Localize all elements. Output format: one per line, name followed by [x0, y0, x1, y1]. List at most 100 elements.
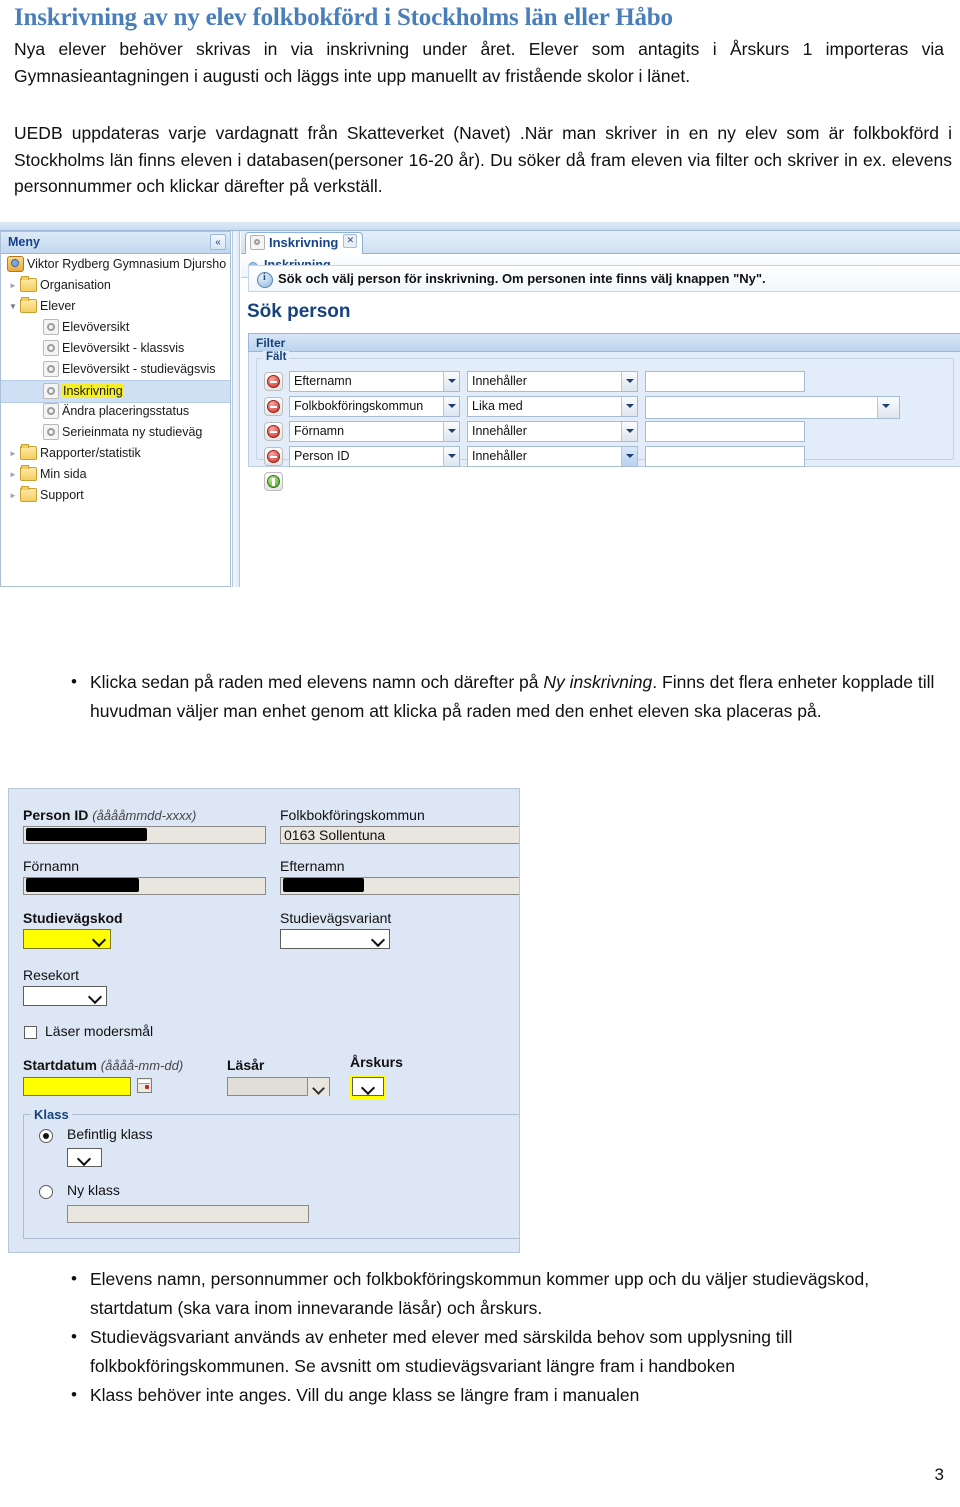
screenshot-inskrivningsformular: Person ID (ååååmmdd-xxxx) Folkbokförings… [8, 788, 520, 1253]
minus-circle-icon[interactable] [264, 422, 283, 441]
section-title: Sök person [247, 301, 351, 322]
menu-item-organisation[interactable]: ► Organisation [1, 275, 230, 296]
tab-inskrivning[interactable]: Inskrivning ✕ [245, 232, 364, 255]
minus-circle-icon[interactable] [264, 397, 283, 416]
chevron-down-icon[interactable] [443, 372, 459, 391]
laser-modersmal-checkbox[interactable] [24, 1026, 37, 1039]
filter-operator-select[interactable]: Innehåller [467, 371, 638, 392]
menu-item-elevoversikt[interactable]: Elevöversikt [1, 317, 230, 338]
chevron-right-icon[interactable]: ► [9, 485, 20, 506]
organisation-root-node[interactable]: Viktor Rydberg Gymnasium Djursho [1, 254, 230, 275]
lasar-label: Läsår [227, 1057, 265, 1073]
startdatum-input[interactable] [23, 1077, 131, 1096]
befintlig-klass-select[interactable] [67, 1148, 102, 1167]
resekort-label: Resekort [23, 967, 80, 983]
chevron-down-icon[interactable] [621, 372, 637, 391]
filter-value-input[interactable] [645, 421, 805, 442]
filter-value-combo[interactable] [645, 396, 900, 419]
chevron-down-icon [363, 1081, 374, 1092]
list-item: Elevens namn, personnummer och folkbokfö… [45, 1264, 950, 1323]
chevron-right-icon[interactable]: ► [9, 464, 20, 485]
studievagsvariant-select[interactable] [280, 929, 390, 949]
filter-field-select[interactable]: Person ID [289, 446, 460, 467]
filter-operator-value: Innehåller [472, 424, 527, 438]
chevron-down-icon[interactable] [443, 447, 459, 466]
ny-klass-label: Ny klass [67, 1182, 120, 1198]
klass-legend: Klass [31, 1107, 72, 1122]
folder-icon [20, 464, 37, 481]
filter-operator-select[interactable]: Lika med [467, 396, 638, 417]
resekort-select[interactable] [23, 986, 107, 1006]
bullet-text-pre: Klicka sedan på raden med elevens namn o… [90, 672, 544, 692]
chevron-down-icon[interactable] [443, 397, 459, 416]
efternamn-label: Efternamn [280, 858, 345, 874]
panel-splitter[interactable] [232, 231, 240, 587]
studievagskod-label: Studievägskod [23, 910, 123, 926]
menu-label: Rapporter/statistik [40, 446, 141, 461]
startdatum-hint: (åååå-mm-dd) [100, 1058, 184, 1073]
menu-item-min-sida[interactable]: ► Min sida [1, 464, 230, 485]
chevron-down-icon[interactable] [621, 447, 637, 466]
chevron-double-left-icon[interactable]: « [210, 234, 226, 250]
filter-field-select[interactable]: Förnamn [289, 421, 460, 442]
info-message-bar: Sök och välj person för inskrivning. Om … [248, 265, 960, 292]
filter-operator-select[interactable]: Innehåller [467, 446, 638, 467]
list-item: Klicka sedan på raden med elevens namn o… [45, 667, 950, 726]
menu-item-elevoversikt-studievagsvis[interactable]: Elevöversikt - studievägsvis [1, 359, 230, 380]
chevron-down-icon[interactable] [877, 397, 899, 418]
chevron-down-icon [373, 933, 384, 944]
menu-tree: ► Organisation ▼ Elever Elevöversikt Elevö… [1, 275, 230, 506]
add-filter-row [264, 471, 304, 493]
gear-icon [43, 339, 59, 356]
bullet-text-italic: Ny inskrivning [543, 672, 653, 692]
radio-ny-klass[interactable] [39, 1185, 53, 1199]
minus-circle-icon[interactable] [264, 372, 283, 391]
tab-label: Inskrivning [269, 235, 339, 250]
menu-item-elever[interactable]: ▼ Elever [1, 296, 230, 317]
chevron-down-icon[interactable] [621, 422, 637, 441]
menu-item-inskrivning[interactable]: Inskrivning [1, 380, 230, 403]
menu-label: Min sida [40, 467, 87, 482]
chevron-down-icon[interactable] [443, 422, 459, 441]
ny-klass-input[interactable] [67, 1205, 309, 1223]
menu-label: Elever [40, 299, 76, 314]
menu-item-serieinmata-ny-studievag[interactable]: Serieinmata ny studieväg [1, 422, 230, 443]
menu-item-support[interactable]: ► Support [1, 485, 230, 506]
filter-row: Efternamn Innehåller [264, 371, 914, 393]
page-icon [250, 234, 265, 250]
arskurs-select[interactable] [352, 1077, 384, 1096]
filter-value-input[interactable] [645, 446, 805, 467]
chevron-down-icon[interactable] [621, 397, 637, 416]
studievagskod-select[interactable] [23, 929, 111, 949]
plus-circle-icon[interactable] [264, 472, 283, 491]
menu-item-rapporter-statistik[interactable]: ► Rapporter/statistik [1, 443, 230, 464]
menu-label: Organisation [40, 278, 111, 293]
menu-label: Ändra placeringsstatus [62, 404, 190, 419]
lasar-select[interactable] [227, 1077, 330, 1096]
filter-row: Förnamn Innehåller [264, 421, 914, 443]
startdatum-label: Startdatum (åååå-mm-dd) [23, 1057, 184, 1073]
intro-paragraph-2: UEDB uppdateras varje vardagnatt från Sk… [14, 123, 952, 196]
chevron-right-icon[interactable]: ► [9, 443, 20, 464]
menu-item-andra-placeringsstatus[interactable]: Ändra placeringsstatus [1, 401, 230, 422]
calendar-icon[interactable] [137, 1078, 152, 1093]
info-icon [257, 272, 273, 288]
studievagsvariant-label: Studievägsvariant [280, 910, 392, 926]
filter-field-value: Person ID [294, 449, 350, 463]
chevron-down-icon[interactable]: ▼ [9, 296, 20, 317]
radio-befintlig-klass[interactable] [39, 1129, 53, 1143]
filter-field-select[interactable]: Efternamn [289, 371, 460, 392]
menu-item-elevoversikt-klassvis[interactable]: Elevöversikt - klassvis [1, 338, 230, 359]
list-item: Studievägsvariant används av enheter med… [45, 1322, 950, 1381]
chevron-right-icon[interactable]: ► [9, 275, 20, 296]
close-icon[interactable]: ✕ [343, 234, 358, 248]
filter-operator-select[interactable]: Innehåller [467, 421, 638, 442]
gear-icon [43, 382, 59, 399]
menu-header: Meny « [1, 232, 230, 254]
filter-field-select[interactable]: Folkbokföringskommun [289, 396, 460, 417]
filter-section-header: Filter [248, 333, 960, 352]
filter-value-input[interactable] [645, 371, 805, 392]
filter-operator-value: Innehåller [472, 449, 527, 463]
folkbokforingskommun-field[interactable]: 0163 Sollentuna [280, 826, 519, 844]
minus-circle-icon[interactable] [264, 447, 283, 466]
